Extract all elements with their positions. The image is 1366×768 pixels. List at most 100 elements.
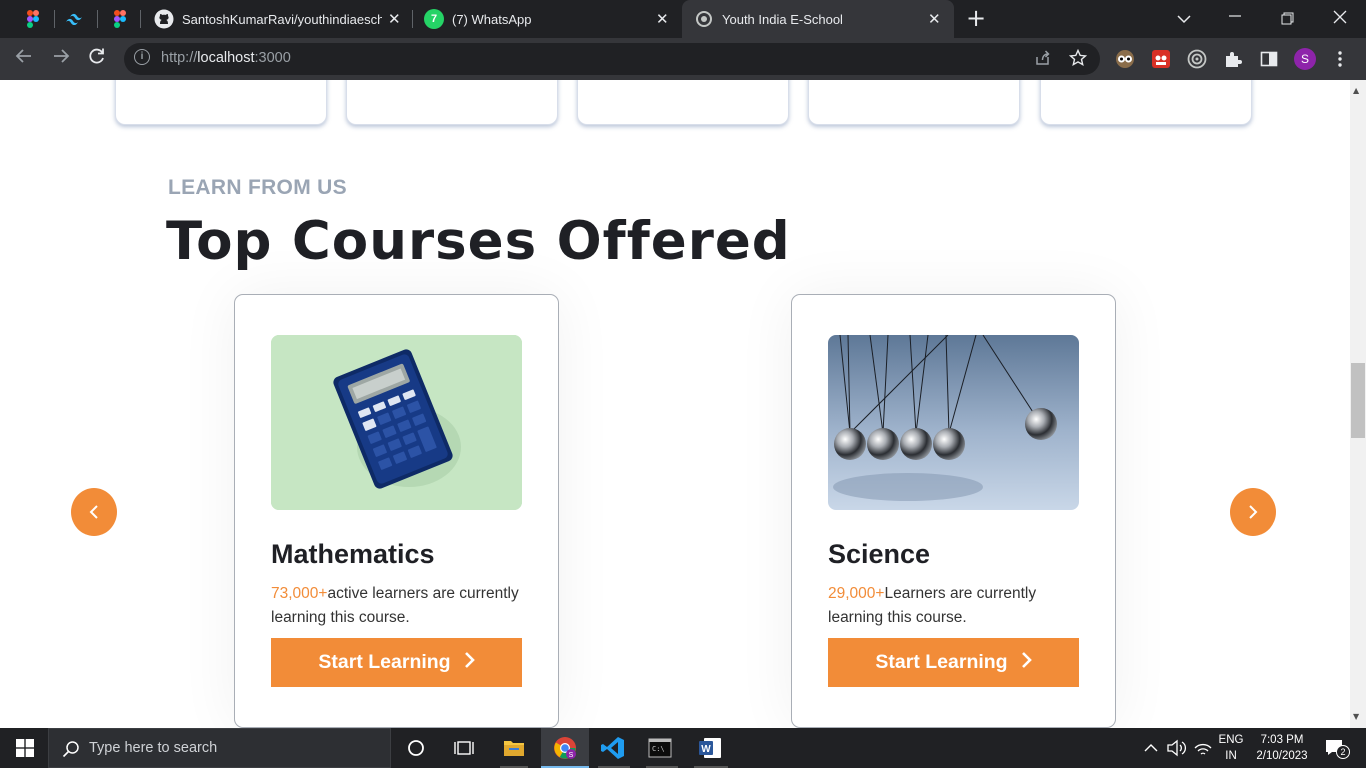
page-viewport: evaluation LEARN FROM US Top Courses Off… — [0, 80, 1350, 728]
whatsapp-icon: 7 — [424, 9, 444, 29]
minimize-icon[interactable] — [1229, 8, 1241, 28]
region-label: IN — [1225, 750, 1237, 762]
extension-owl-icon[interactable] — [1114, 48, 1136, 70]
figma-pinned-tab[interactable] — [23, 9, 43, 29]
tab-separator — [97, 10, 98, 28]
learner-count: 73,000+ — [271, 585, 328, 602]
scrollbar-thumb[interactable] — [1351, 363, 1365, 438]
close-tab-icon[interactable]: ✕ — [656, 10, 669, 28]
course-title: Science — [828, 539, 931, 569]
extension-red-icon[interactable] — [1150, 48, 1172, 70]
side-panel-icon[interactable] — [1258, 48, 1280, 70]
wifi-icon[interactable] — [1192, 736, 1214, 760]
course-description: 73,000+active learners are currently lea… — [271, 582, 533, 630]
notification-count-badge: 2 — [1336, 745, 1350, 759]
reload-icon[interactable] — [88, 47, 106, 70]
taskbar-clock[interactable]: 7:03 PM 2/10/2023 — [1250, 732, 1314, 764]
button-label: Start Learning — [875, 651, 1008, 673]
windows-taskbar: Type here to search S C:\ W ENG IN 7:03 … — [0, 728, 1366, 768]
profile-avatar[interactable]: S — [1294, 48, 1316, 70]
tailwind-icon — [66, 13, 82, 25]
tab-separator — [54, 10, 55, 28]
tab-search-chevron-icon[interactable] — [1177, 9, 1191, 28]
feature-card — [346, 80, 558, 125]
new-tab-button[interactable]: + — [966, 6, 986, 30]
tab-title: Youth India E-School — [722, 11, 843, 27]
word-icon[interactable]: W — [698, 736, 722, 760]
tab-separator — [412, 10, 413, 28]
course-card-science: Science 29,000+Learners are currently le… — [791, 294, 1116, 728]
figma-icon — [27, 10, 39, 28]
tab-title: (7) WhatsApp — [452, 11, 532, 27]
cortana-icon[interactable] — [404, 736, 428, 760]
browser-menu-icon[interactable] — [1329, 48, 1351, 70]
course-card-mathematics: Mathematics 73,000+active learners are c… — [234, 294, 559, 728]
tab-separator — [140, 10, 141, 28]
chrome-icon[interactable]: S — [553, 736, 577, 760]
search-icon — [62, 741, 79, 758]
feature-card: evaluation — [808, 80, 1020, 125]
tab-title: SantoshKumarRavi/youthindiaeschool — [182, 11, 382, 27]
newtons-cradle-image — [828, 335, 1079, 510]
extensions-puzzle-icon[interactable] — [1222, 48, 1244, 70]
restore-icon[interactable] — [1281, 10, 1294, 29]
page-scrollbar[interactable]: ▲ ▼ — [1350, 80, 1366, 728]
carousel-prev-button[interactable] — [71, 488, 117, 536]
tab-whatsapp[interactable]: 7 (7) WhatsApp ✕ — [418, 0, 680, 38]
svg-text:S: S — [569, 752, 574, 759]
terminal-icon[interactable]: C:\ — [648, 736, 672, 760]
start-learning-button[interactable]: Start Learning — [828, 638, 1079, 687]
extension-target-icon[interactable] — [1186, 48, 1208, 70]
start-learning-button[interactable]: Start Learning — [271, 638, 522, 687]
section-eyebrow: LEARN FROM US — [168, 176, 347, 199]
site-info-icon[interactable]: i — [134, 49, 150, 65]
calculator-image — [271, 335, 522, 510]
file-explorer-icon[interactable] — [502, 736, 526, 760]
feature-card — [1040, 80, 1252, 125]
learner-count: 29,000+ — [828, 585, 885, 602]
browser-toolbar: i http://localhost:3000 S — [0, 38, 1366, 80]
volume-icon[interactable] — [1165, 736, 1187, 760]
close-window-icon[interactable] — [1333, 9, 1347, 28]
scroll-down-icon[interactable]: ▼ — [1353, 712, 1359, 721]
tab-github[interactable]: SantoshKumarRavi/youthindiaeschool ✕ — [150, 0, 410, 38]
vscode-icon[interactable] — [601, 736, 625, 760]
task-view-icon[interactable] — [452, 736, 476, 760]
lang-label: ENG — [1218, 734, 1244, 746]
taskbar-search-box[interactable]: Type here to search — [48, 728, 391, 768]
close-tab-icon[interactable]: ✕ — [928, 10, 941, 28]
forward-icon[interactable] — [52, 47, 70, 70]
scroll-up-icon[interactable]: ▲ — [1353, 86, 1359, 95]
clock-time: 7:03 PM — [1260, 734, 1304, 746]
input-language[interactable]: ENG IN — [1216, 732, 1246, 764]
address-bar[interactable]: i http://localhost:3000 — [124, 43, 1100, 75]
notification-center-icon[interactable]: 2 — [1322, 736, 1350, 760]
feature-card — [115, 80, 327, 125]
github-icon — [154, 9, 174, 29]
clock-date: 2/10/2023 — [1256, 750, 1308, 762]
svg-text:W: W — [701, 744, 711, 755]
close-tab-icon[interactable]: ✕ — [388, 10, 401, 28]
search-placeholder: Type here to search — [89, 740, 218, 756]
chevron-right-icon — [463, 651, 475, 675]
back-icon[interactable] — [15, 47, 33, 70]
button-label: Start Learning — [318, 651, 451, 673]
figma-pinned-tab[interactable] — [110, 9, 130, 29]
show-hidden-icons-chevron[interactable] — [1141, 736, 1161, 760]
carousel-next-button[interactable] — [1230, 488, 1276, 536]
chevron-left-icon — [89, 505, 98, 519]
figma-icon — [114, 10, 126, 28]
browser-tab-bar: SantoshKumarRavi/youthindiaeschool ✕ 7 (… — [0, 0, 1366, 38]
feature-card — [577, 80, 789, 125]
course-title: Mathematics — [271, 539, 435, 569]
bookmark-star-icon[interactable] — [1068, 48, 1088, 72]
share-icon[interactable] — [1033, 49, 1051, 72]
url-text[interactable]: http://localhost:3000 — [161, 50, 291, 66]
chevron-right-icon — [1249, 505, 1258, 519]
windows-start-icon[interactable] — [13, 736, 37, 760]
tailwind-pinned-tab[interactable] — [65, 9, 85, 29]
chevron-right-icon — [1020, 651, 1032, 675]
section-heading: Top Courses Offered — [166, 211, 791, 272]
course-description: 29,000+Learners are currently learning t… — [828, 582, 1090, 630]
tab-youth-india[interactable]: Youth India E-School ✕ — [682, 0, 954, 38]
